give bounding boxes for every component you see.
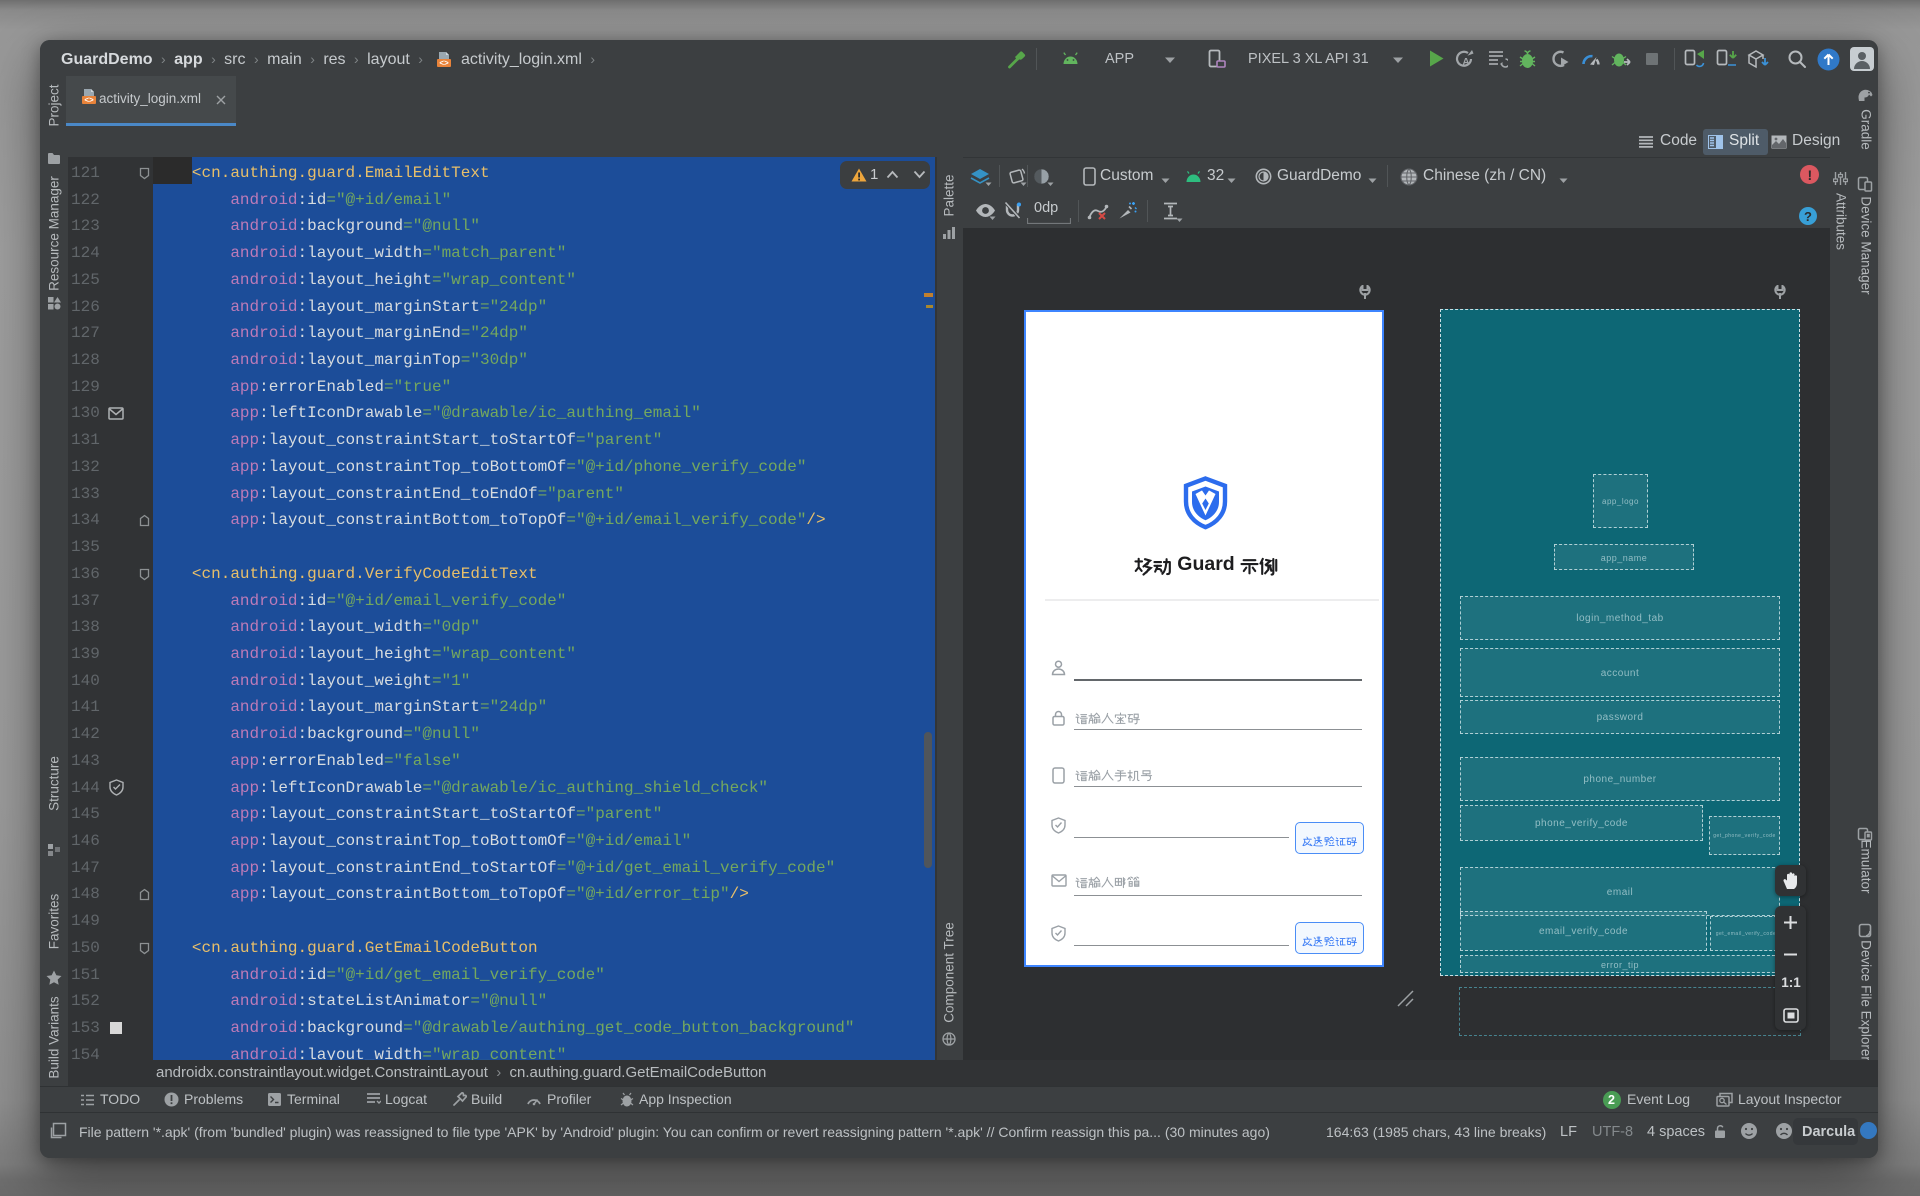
svg-text:<>: <>: [439, 59, 449, 68]
svg-text:A: A: [1462, 57, 1469, 68]
svg-text:<>: <>: [84, 96, 94, 105]
